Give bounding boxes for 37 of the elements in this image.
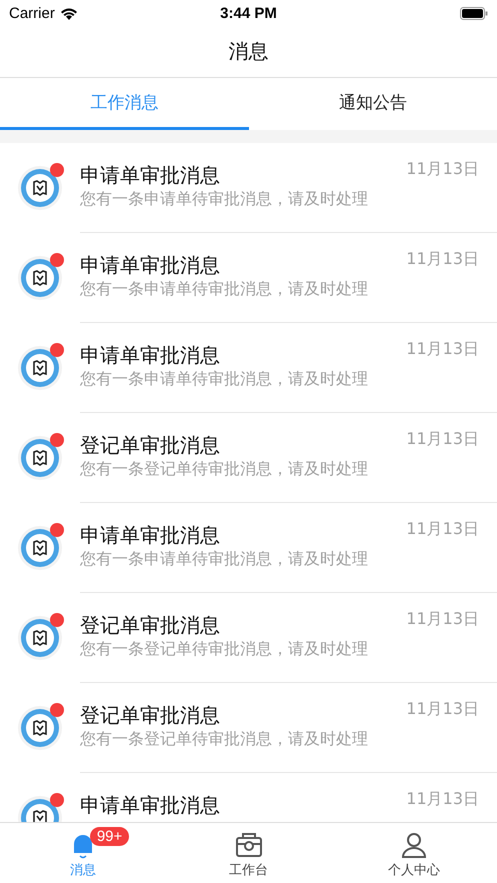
message-preview: 您有一条登记单待审批消息，请及时处理 (80, 728, 368, 750)
message-title[interactable]: 申请单审批消息 (80, 522, 220, 548)
message-date: 11月13日 (406, 339, 479, 360)
message-preview: 您有一条申请单待审批消息，请及时处理 (80, 188, 368, 210)
document-avatar-icon (17, 615, 63, 661)
message-date: 11月13日 (406, 609, 479, 630)
message-preview: 您有一条登记单待审批消息，请及时处理 (80, 458, 368, 480)
document-avatar-icon (17, 345, 63, 391)
message-date: 11月13日 (406, 249, 479, 270)
message-preview: 您有一条申请单待审批消息，请及时处理 (80, 278, 368, 300)
document-avatar-icon (17, 525, 63, 571)
count-badge: 99+ (90, 827, 130, 846)
message-title[interactable]: 申请单审批消息 (80, 252, 220, 278)
message-date: 11月13日 (406, 789, 479, 810)
message-date: 11月13日 (406, 519, 479, 540)
message-preview: 您有一条申请单待审批消息，请及时处理 (80, 368, 368, 390)
message-title[interactable]: 申请单审批消息 (80, 342, 220, 368)
message-date: 11月13日 (406, 429, 479, 450)
message-date: 11月13日 (406, 699, 479, 720)
toolbox-icon (234, 831, 264, 859)
document-avatar-icon (17, 165, 63, 211)
message-title[interactable]: 登记单审批消息 (80, 612, 220, 638)
document-avatar-icon (17, 435, 63, 481)
message-title[interactable]: 申请单审批消息 (80, 792, 220, 818)
message-preview: 您有一条登记单待审批消息，请及时处理 (80, 638, 368, 660)
wifi-icon (60, 6, 78, 20)
message-preview: 您有一条申请单待审批消息，请及时处理 (80, 548, 368, 570)
battery-icon (460, 6, 488, 20)
clock-time: 3:44 PM (220, 4, 277, 22)
document-avatar-icon (17, 705, 63, 751)
message-title[interactable]: 登记单审批消息 (80, 702, 220, 728)
message-title[interactable]: 申请单审批消息 (80, 162, 220, 188)
message-date: 11月13日 (406, 159, 479, 180)
carrier-label: Carrier (9, 4, 55, 22)
document-avatar-icon (17, 255, 63, 301)
page-title: 消息 (228, 38, 268, 65)
message-title[interactable]: 登记单审批消息 (80, 432, 220, 458)
